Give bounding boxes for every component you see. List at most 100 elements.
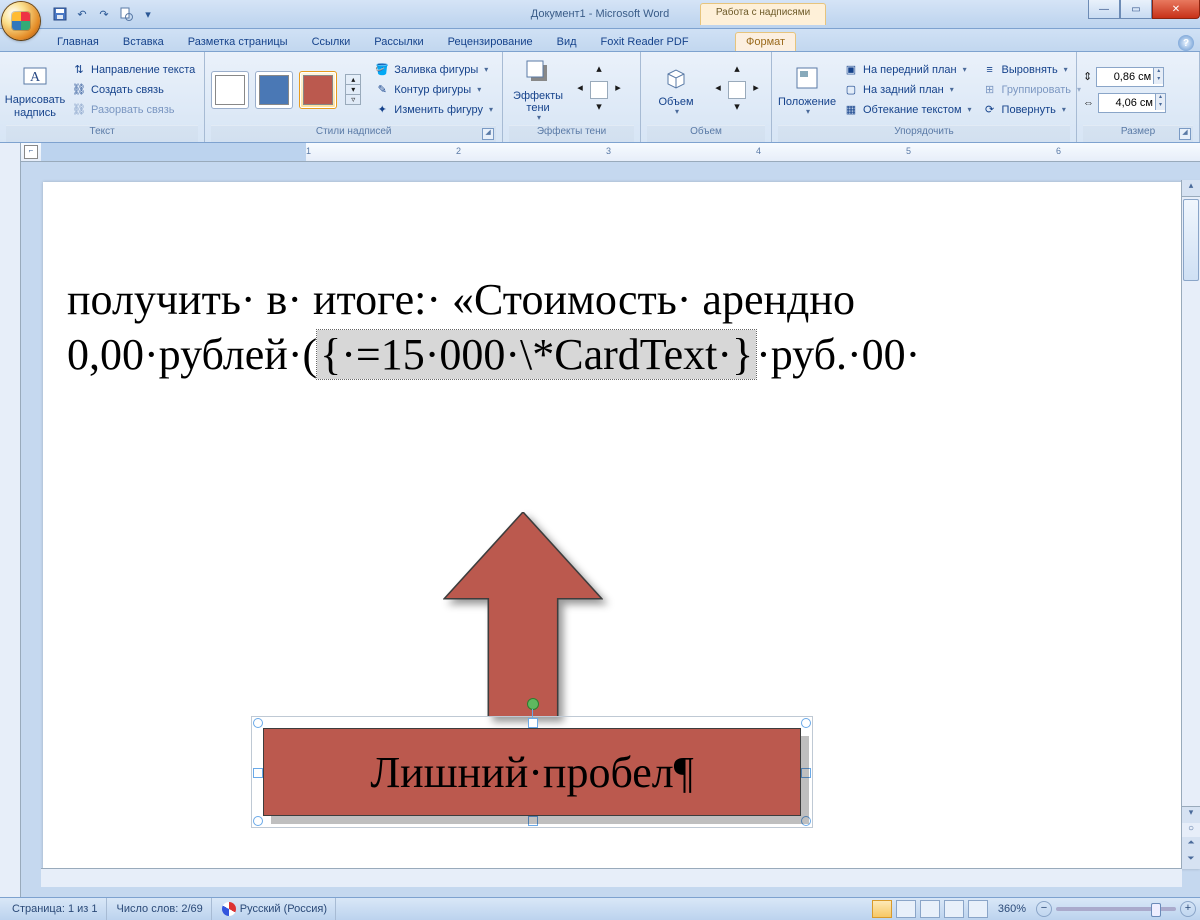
3d-effects-button[interactable]: Объем [647, 56, 705, 124]
resize-handle-s[interactable] [528, 816, 538, 826]
align-icon: ≡ [982, 62, 998, 78]
resize-handle-sw[interactable] [253, 816, 263, 826]
align-button[interactable]: ≡Выровнять [979, 61, 1085, 79]
close-button[interactable]: ✕ [1152, 0, 1200, 19]
zoom-in-button[interactable]: + [1180, 901, 1196, 917]
tab-references[interactable]: Ссылки [301, 32, 362, 51]
prev-page-icon[interactable]: ⏶ [1182, 837, 1200, 853]
draw-textbox-button[interactable]: A Нарисовать надпись [6, 56, 64, 124]
scroll-up-icon[interactable]: ▴ [1182, 180, 1200, 197]
svg-text:A: A [30, 70, 41, 85]
group-label-text: Текст [6, 125, 198, 142]
draft-view[interactable] [968, 900, 988, 918]
outline-view[interactable] [944, 900, 964, 918]
page[interactable]: получить· в· итоге:· «Стоимость· арендно… [43, 182, 1200, 869]
shadow-nudge-left[interactable]: ◂ [571, 81, 589, 99]
3d-tilt-left[interactable]: ◂ [709, 81, 727, 99]
shadow-nudge-down[interactable]: ▾ [590, 100, 608, 118]
next-page-icon[interactable]: ⏷ [1182, 853, 1200, 869]
width-up[interactable]: ▴ [1155, 94, 1165, 102]
text-direction-button[interactable]: ⇅Направление текста [68, 61, 198, 79]
text-direction-icon: ⇅ [71, 62, 87, 78]
print-preview-icon[interactable] [118, 6, 134, 22]
redo-icon[interactable]: ↷ [96, 6, 112, 22]
gallery-up-icon[interactable]: ▴ [345, 74, 361, 85]
tab-view[interactable]: Вид [546, 32, 588, 51]
horizontal-ruler[interactable]: ⌐ 1234567 [21, 143, 1200, 162]
tab-foxit[interactable]: Foxit Reader PDF [590, 32, 700, 51]
tab-review[interactable]: Рецензирование [437, 32, 544, 51]
position-button[interactable]: Положение [778, 56, 836, 124]
tab-insert[interactable]: Вставка [112, 32, 175, 51]
style-swatch-1[interactable] [211, 71, 249, 109]
style-swatch-3[interactable] [299, 71, 337, 109]
undo-icon[interactable]: ↶ [74, 6, 90, 22]
document-body[interactable]: получить· в· итоге:· «Стоимость· арендно… [43, 182, 1200, 382]
style-swatch-2[interactable] [255, 71, 293, 109]
shape-fill-button[interactable]: 🪣Заливка фигуры [371, 61, 496, 79]
change-shape-button[interactable]: ✦Изменить фигуру [371, 101, 496, 119]
resize-handle-nw[interactable] [253, 718, 263, 728]
gallery-down-icon[interactable]: ▾ [345, 85, 361, 95]
text-line-2: 0,00·рублей·({·=15·000·\*CardText·}·руб.… [67, 327, 1200, 382]
shape-outline-button[interactable]: ✎Контур фигуры [371, 81, 496, 99]
3d-tilt-down[interactable]: ▾ [728, 100, 746, 118]
gallery-more-icon[interactable]: ▿ [345, 95, 361, 105]
shadow-toggle[interactable] [590, 81, 608, 99]
arrow-shape[interactable] [443, 512, 603, 717]
scroll-down-icon[interactable]: ▾ [1182, 806, 1200, 823]
document-area: ⌐ 1234567 получить· в· итоге:· «Стоимост… [0, 143, 1200, 897]
resize-handle-w[interactable] [253, 768, 263, 778]
field-code[interactable]: {·=15·000·\*CardText·} [317, 330, 756, 379]
horizontal-scrollbar[interactable] [41, 868, 1182, 887]
rotate-handle[interactable] [527, 698, 539, 710]
zoom-out-button[interactable]: − [1036, 901, 1052, 917]
3d-tilt-up[interactable]: ▴ [728, 62, 746, 80]
height-down[interactable]: ▾ [1153, 76, 1163, 84]
styles-dialog-launcher[interactable]: ◢ [482, 128, 494, 140]
scroll-thumb[interactable] [1183, 199, 1199, 281]
maximize-button[interactable]: ▭ [1120, 0, 1152, 19]
rotate-button[interactable]: ⟳Повернуть [979, 101, 1085, 119]
bring-front-button[interactable]: ▣На передний план [840, 61, 975, 79]
shadow-effects-button[interactable]: Эффекты тени [509, 56, 567, 124]
shadow-nudge-up[interactable]: ▴ [590, 62, 608, 80]
3d-tilt-right[interactable]: ▸ [747, 81, 765, 99]
break-link-button: ⛓Разорвать связь [68, 101, 198, 119]
resize-handle-n[interactable] [528, 718, 538, 728]
send-back-button[interactable]: ▢На задний план [840, 81, 975, 99]
word-count-status[interactable]: Число слов: 2/69 [109, 898, 212, 920]
textbox-shape[interactable]: Лишний·пробел¶ [257, 722, 807, 822]
zoom-slider[interactable] [1056, 907, 1176, 911]
zoom-level[interactable]: 360% [998, 903, 1026, 915]
web-view[interactable] [920, 900, 940, 918]
tab-selector[interactable]: ⌐ [24, 145, 38, 159]
tab-mailings[interactable]: Рассылки [363, 32, 434, 51]
shadow-nudge-right[interactable]: ▸ [609, 81, 627, 99]
width-down[interactable]: ▾ [1155, 102, 1165, 110]
save-icon[interactable] [52, 6, 68, 22]
tab-page-layout[interactable]: Разметка страницы [177, 32, 299, 51]
print-layout-view[interactable] [872, 900, 892, 918]
fullscreen-view[interactable] [896, 900, 916, 918]
tab-format[interactable]: Формат [735, 32, 796, 51]
office-button[interactable] [2, 2, 40, 40]
3d-toggle[interactable] [728, 81, 746, 99]
height-up[interactable]: ▴ [1153, 68, 1163, 76]
tab-home[interactable]: Главная [46, 32, 110, 51]
vertical-scrollbar[interactable]: ▴ ▾ ○ ⏶ ⏷ [1181, 180, 1200, 869]
page-number-status[interactable]: Страница: 1 из 1 [4, 898, 107, 920]
qat-more-icon[interactable]: ▾ [140, 6, 156, 22]
size-dialog-launcher[interactable]: ◢ [1179, 128, 1191, 140]
text-wrap-button[interactable]: ▦Обтекание текстом [840, 101, 975, 119]
resize-handle-se[interactable] [801, 816, 811, 826]
ruler-tick: 1 [306, 146, 311, 156]
resize-handle-e[interactable] [801, 768, 811, 778]
vertical-ruler[interactable] [0, 143, 21, 897]
create-link-button[interactable]: ⛓Создать связь [68, 81, 198, 99]
language-status[interactable]: Русский (Россия) [214, 898, 336, 920]
help-icon[interactable]: ? [1178, 35, 1194, 51]
minimize-button[interactable]: — [1088, 0, 1120, 19]
resize-handle-ne[interactable] [801, 718, 811, 728]
textbox-content[interactable]: Лишний·пробел¶ [263, 728, 801, 816]
